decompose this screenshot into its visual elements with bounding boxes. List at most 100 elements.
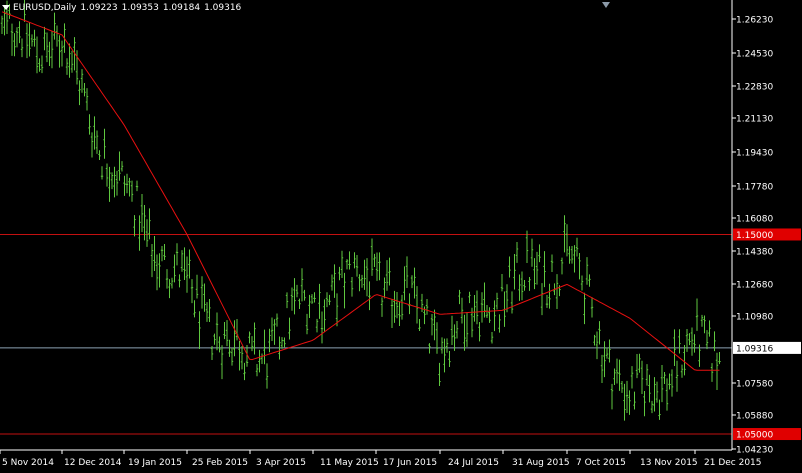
price-bar xyxy=(290,287,294,311)
price-bar xyxy=(85,88,89,111)
price-bar xyxy=(313,292,316,303)
time-tick-label: 5 Nov 2014 xyxy=(2,458,54,468)
price-bar xyxy=(565,224,569,257)
price-bar xyxy=(675,360,679,392)
price-bar xyxy=(138,215,141,251)
price-bar xyxy=(500,274,504,292)
price-bar xyxy=(203,283,206,312)
price-bar xyxy=(535,251,539,285)
price-bar xyxy=(150,243,154,278)
price-bar xyxy=(490,332,494,344)
price-bar xyxy=(25,23,29,59)
price-bar xyxy=(465,312,469,347)
price-bar xyxy=(635,353,639,379)
price-bar xyxy=(688,333,691,346)
price-bar xyxy=(118,151,121,181)
price-tick-label: 1.04230 xyxy=(736,446,773,456)
price-bar xyxy=(475,290,479,325)
price-bar xyxy=(518,274,521,301)
price-tick-label: 1.14380 xyxy=(736,248,773,258)
price-bar xyxy=(40,55,44,74)
time-tick-label: 17 Jun 2015 xyxy=(383,458,437,468)
price-bar xyxy=(95,130,99,154)
price-bar xyxy=(528,277,531,291)
time-tick-label: 24 Jul 2015 xyxy=(448,458,499,468)
price-bar xyxy=(375,252,379,281)
price-chart[interactable]: 1.26230 1.24530 1.22830 1.21130 1.19430 1.177… xyxy=(0,0,802,469)
price-bar xyxy=(335,293,339,327)
price-bar xyxy=(398,301,401,326)
price-tick-label: 1.24530 xyxy=(736,50,773,60)
price-tick-label: 1.12680 xyxy=(736,281,773,291)
price-bar xyxy=(43,26,46,51)
price-bar xyxy=(668,373,671,390)
price-bar xyxy=(460,297,464,324)
price-bar xyxy=(600,354,604,384)
price-tick-label: 1.07580 xyxy=(736,380,773,390)
price-bar xyxy=(328,294,331,306)
price-bar xyxy=(283,337,286,348)
price-bar xyxy=(513,254,516,290)
price-bar xyxy=(538,244,541,263)
price-bar xyxy=(195,274,199,299)
price-bar xyxy=(135,180,139,192)
time-tick-label: 3 Apr 2015 xyxy=(256,458,306,468)
price-bar xyxy=(178,274,181,288)
price-bar xyxy=(265,363,269,389)
price-bar xyxy=(380,297,384,317)
price-bar xyxy=(323,299,326,332)
price-bar xyxy=(468,291,471,304)
price-bar xyxy=(35,36,39,74)
price-bar xyxy=(580,275,584,291)
price-bar xyxy=(173,254,176,283)
chart-window[interactable]: 1.26230 1.24530 1.22830 1.21130 1.19430 1.177… xyxy=(0,0,802,469)
price-bar xyxy=(588,274,591,287)
price-bar xyxy=(243,362,246,381)
price-bar xyxy=(48,41,51,67)
symbol-label: EURUSD,Daily xyxy=(13,3,77,13)
price-bar xyxy=(33,29,36,47)
price-bar xyxy=(120,161,124,172)
price-tick-label: 1.05880 xyxy=(736,412,773,422)
price-bar xyxy=(260,353,264,365)
price-bar xyxy=(230,347,234,366)
price-bar xyxy=(383,277,386,299)
price-bar xyxy=(598,321,601,345)
price-bar xyxy=(30,34,34,47)
price-bar xyxy=(493,300,496,332)
price-bar xyxy=(13,33,16,57)
price-bar xyxy=(393,290,396,323)
price-bar xyxy=(498,314,501,333)
price-bar xyxy=(583,292,586,325)
price-bar xyxy=(185,256,189,293)
price-bar xyxy=(128,177,131,197)
price-bar xyxy=(433,309,436,341)
price-bar xyxy=(345,259,349,270)
dropdown-triangle-icon[interactable] xyxy=(2,5,10,10)
time-tick-label: 7 Oct 2015 xyxy=(576,458,626,468)
chart-shift-marker-icon[interactable] xyxy=(602,2,610,8)
price-bar xyxy=(68,43,71,78)
time-tick-label: 25 Feb 2015 xyxy=(192,458,248,468)
price-bar xyxy=(83,83,86,97)
price-bar xyxy=(293,278,296,315)
price-bar xyxy=(310,294,314,304)
price-bar xyxy=(183,247,186,280)
price-bar xyxy=(38,58,41,72)
price-bar xyxy=(133,215,136,237)
price-bar xyxy=(268,328,271,353)
price-bar xyxy=(15,27,19,48)
price-bar xyxy=(115,170,119,196)
price-bar xyxy=(295,284,299,298)
price-bar xyxy=(200,276,204,309)
price-bar xyxy=(655,381,659,403)
price-bar xyxy=(605,347,609,359)
price-bar xyxy=(653,377,656,412)
price-bar xyxy=(238,340,241,371)
price-tick-label: 1.16080 xyxy=(736,215,773,225)
price-bar xyxy=(350,277,354,297)
price-bar xyxy=(88,114,91,135)
price-bar xyxy=(193,300,196,318)
price-bar xyxy=(443,338,446,373)
time-tick-label: 31 Aug 2015 xyxy=(512,458,570,468)
